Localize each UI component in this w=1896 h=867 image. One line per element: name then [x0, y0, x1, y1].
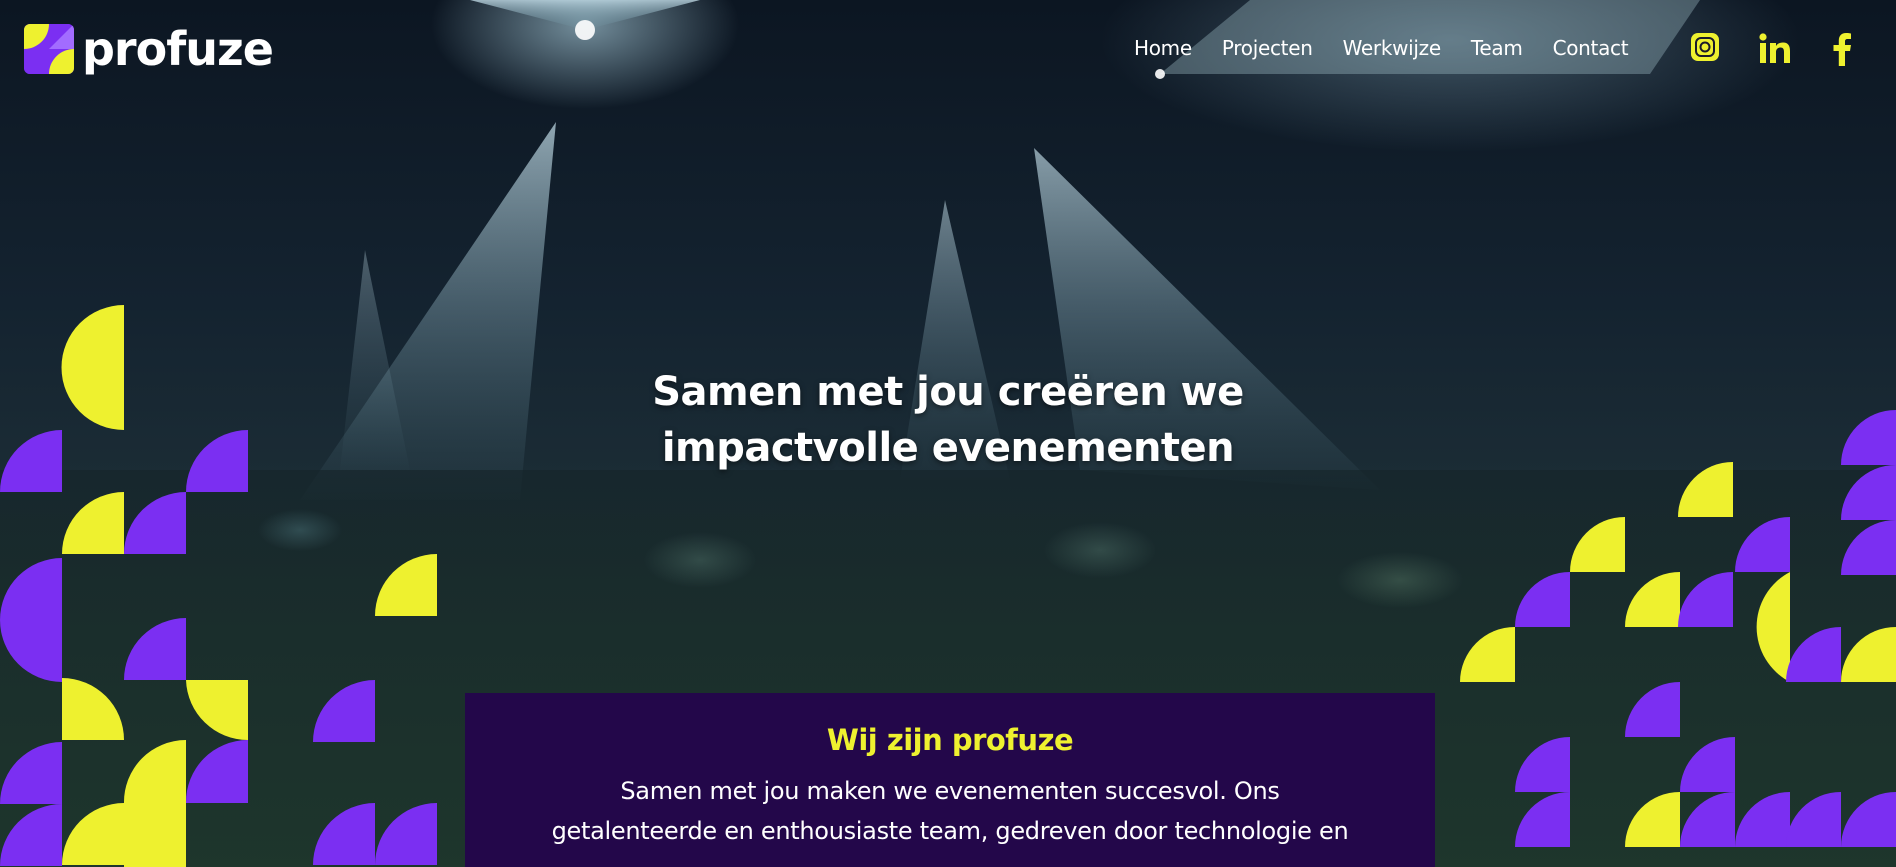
hero-title-line-2: impactvolle evenementen: [661, 425, 1235, 471]
linkedin-icon[interactable]: [1758, 32, 1792, 64]
main-nav: Home Projecten Werkwijze Team Contact: [1134, 36, 1629, 60]
nav-werkwijze[interactable]: Werkwijze: [1343, 36, 1442, 60]
nav-contact[interactable]: Contact: [1553, 36, 1629, 60]
intro-panel: Wij zijn profuze Samen met jou maken we …: [465, 693, 1435, 867]
hero-title-line-1: Samen met jou creëren we: [652, 369, 1244, 415]
nav-projecten[interactable]: Projecten: [1222, 36, 1313, 60]
intro-body-line-1: Samen met jou maken we evenementen succe…: [620, 777, 1280, 805]
nav-home[interactable]: Home: [1134, 36, 1192, 60]
hero-title: Samen met jou creëren we impactvolle eve…: [548, 364, 1348, 476]
intro-body-line-2: getalenteerde en enthousiaste team, gedr…: [551, 817, 1349, 845]
brand-logo[interactable]: profuze: [24, 22, 274, 76]
instagram-icon[interactable]: [1690, 32, 1720, 62]
nav-team[interactable]: Team: [1471, 36, 1523, 60]
facebook-icon[interactable]: [1832, 32, 1852, 66]
logo-mark-icon: [24, 24, 74, 74]
intro-body: Samen met jou maken we evenementen succe…: [510, 771, 1390, 851]
intro-heading: Wij zijn profuze: [826, 723, 1074, 757]
brand-name: profuze: [82, 22, 274, 76]
